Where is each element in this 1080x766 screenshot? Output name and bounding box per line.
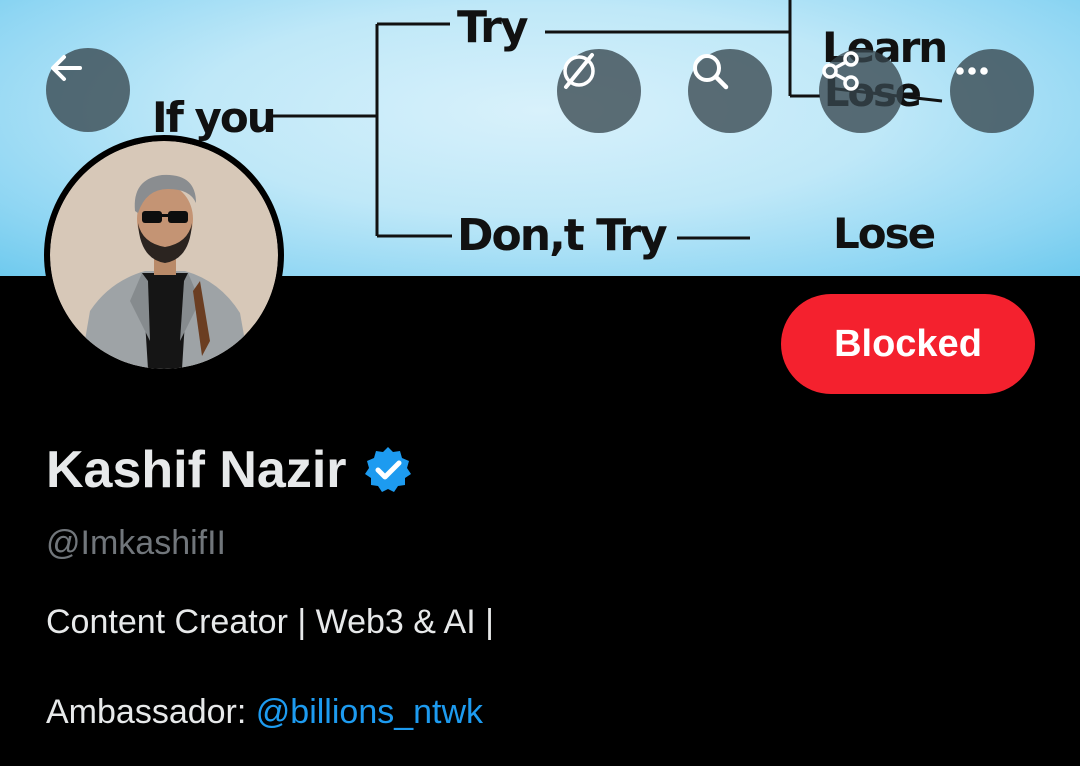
profile-handle: @ImkashifII	[46, 524, 226, 562]
banner-try: Try	[457, 2, 528, 53]
more-button[interactable]	[950, 49, 1034, 133]
profile-bio-line2: Ambassador: @billions_ntwk	[46, 693, 483, 732]
bio-ambassador-label: Ambassador:	[46, 693, 256, 731]
avatar[interactable]	[44, 135, 284, 375]
more-dots-icon	[956, 67, 988, 75]
avatar-illustration	[50, 141, 278, 369]
blocked-button[interactable]: Blocked	[781, 294, 1035, 394]
profile-bio-line1: Content Creator | Web3 & AI |	[46, 603, 494, 641]
banner-lose-bottom: Lose	[833, 209, 935, 258]
share-icon	[822, 51, 859, 91]
arrow-left-icon	[51, 55, 82, 81]
search-button[interactable]	[688, 49, 772, 133]
profile-name: Kashif Nazir	[46, 441, 347, 499]
back-button[interactable]	[46, 48, 130, 132]
grok-icon	[563, 53, 595, 89]
bio-mention-link[interactable]: @billions_ntwk	[256, 693, 483, 731]
profile-name-row: Kashif Nazir	[46, 440, 413, 500]
share-button[interactable]	[819, 49, 903, 133]
search-icon	[693, 54, 729, 90]
grok-button[interactable]	[557, 49, 641, 133]
verified-badge-icon[interactable]	[363, 445, 413, 495]
banner-dont-try: Don,t Try	[457, 210, 667, 261]
